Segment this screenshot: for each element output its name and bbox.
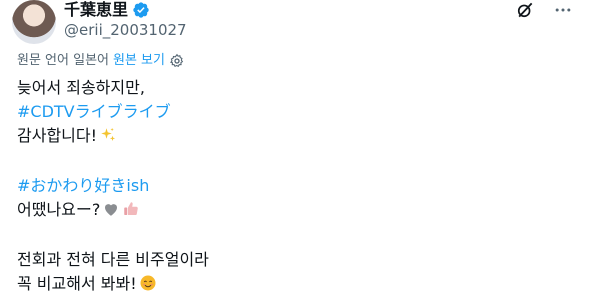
tweet-text: 어땠나요ー? — [17, 200, 101, 219]
tweet-text: 감사합니다! — [17, 126, 98, 145]
tweet-line: 꼭 비교해서 봐봐! — [17, 272, 577, 296]
sparkles-emoji — [101, 127, 116, 141]
gear-icon[interactable] — [169, 53, 185, 69]
smiling-face-emoji — [140, 275, 156, 291]
avatar[interactable] — [12, 0, 56, 44]
tweet-line: 전회과 전혀 다른 비주얼이라 — [17, 250, 209, 269]
translation-source-label: 원문 언어 일본어 — [17, 53, 109, 68]
show-original-link[interactable]: 원본 보기 — [113, 53, 165, 69]
tweet-line: 어땠나요ー? — [17, 198, 577, 222]
display-name[interactable]: 千葉恵里 — [64, 0, 128, 20]
translation-bar: 원문 언어 일본어 원본 보기 — [17, 53, 185, 69]
user-handle[interactable]: @erii_20031027 — [64, 20, 187, 40]
thumbs-up-emoji — [124, 202, 139, 215]
tweet-actions-top — [515, 0, 573, 20]
grey-heart-emoji — [105, 204, 118, 216]
tweet-line: 감사합니다! — [17, 124, 577, 148]
author-name-row: 千葉恵里 — [64, 0, 150, 20]
more-icon[interactable] — [553, 0, 573, 20]
tweet-line: 늦어서 죄송하지만, — [17, 78, 145, 97]
verified-badge-icon — [133, 2, 149, 18]
grok-icon[interactable] — [515, 0, 535, 20]
tweet-text: 꼭 비교해서 봐봐! — [17, 274, 137, 293]
tweet-body: 늦어서 죄송하지만, #CDTVライブライブ 감사합니다! #おかわり好きish… — [17, 76, 577, 296]
hashtag-link[interactable]: #CDTVライブライブ — [17, 100, 577, 124]
hashtag-link[interactable]: #おかわり好きish — [17, 174, 577, 198]
